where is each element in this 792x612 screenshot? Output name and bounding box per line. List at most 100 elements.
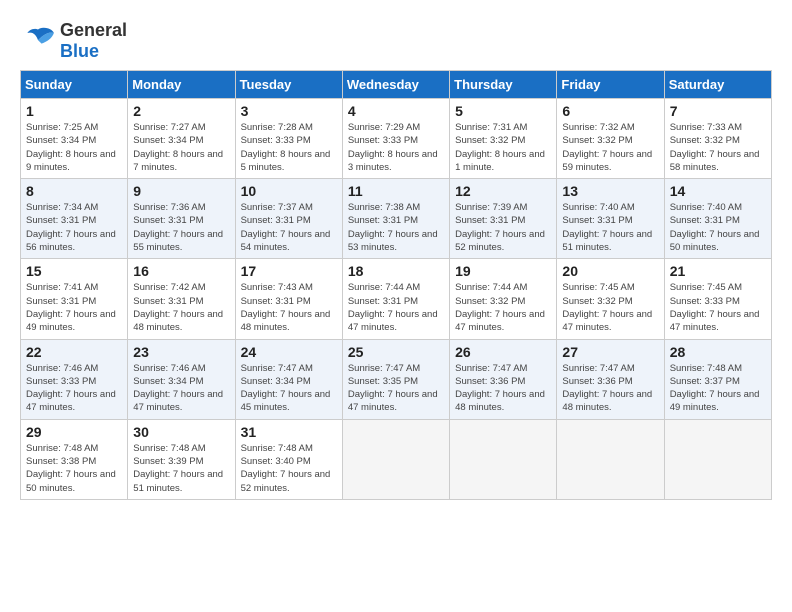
day-detail: Sunrise: 7:44 AMSunset: 3:31 PMDaylight:… xyxy=(348,281,444,334)
day-number: 25 xyxy=(348,344,444,360)
calendar-cell: 7 Sunrise: 7:33 AMSunset: 3:32 PMDaylight… xyxy=(664,99,771,179)
calendar-cell xyxy=(342,419,449,499)
calendar-cell: 25 Sunrise: 7:47 AMSunset: 3:35 PMDayligh… xyxy=(342,339,449,419)
day-number: 26 xyxy=(455,344,551,360)
header-friday: Friday xyxy=(557,71,664,99)
header-sunday: Sunday xyxy=(21,71,128,99)
day-detail: Sunrise: 7:39 AMSunset: 3:31 PMDaylight:… xyxy=(455,201,551,254)
calendar-cell: 27 Sunrise: 7:47 AMSunset: 3:36 PMDayligh… xyxy=(557,339,664,419)
day-number: 4 xyxy=(348,103,444,119)
day-detail: Sunrise: 7:32 AMSunset: 3:32 PMDaylight:… xyxy=(562,121,658,174)
day-number: 13 xyxy=(562,183,658,199)
header-monday: Monday xyxy=(128,71,235,99)
day-number: 14 xyxy=(670,183,766,199)
day-number: 31 xyxy=(241,424,337,440)
day-number: 17 xyxy=(241,263,337,279)
page-header: General Blue xyxy=(20,20,772,62)
calendar-cell: 9 Sunrise: 7:36 AMSunset: 3:31 PMDaylight… xyxy=(128,179,235,259)
calendar-cell: 8Sunrise: 7:34 AMSunset: 3:31 PMDaylight… xyxy=(21,179,128,259)
week-row-3: 15 Sunrise: 7:41 AMSunset: 3:31 PMDayligh… xyxy=(21,259,772,339)
day-detail: Sunrise: 7:43 AMSunset: 3:31 PMDaylight:… xyxy=(241,281,337,334)
day-detail: Sunrise: 7:33 AMSunset: 3:32 PMDaylight:… xyxy=(670,121,766,174)
day-number: 6 xyxy=(562,103,658,119)
calendar-cell: 2Sunrise: 7:27 AMSunset: 3:34 PMDaylight… xyxy=(128,99,235,179)
day-number: 20 xyxy=(562,263,658,279)
logo-icon xyxy=(20,26,56,56)
calendar-cell: 29 Sunrise: 7:48 AMSunset: 3:38 PMDayligh… xyxy=(21,419,128,499)
header-wednesday: Wednesday xyxy=(342,71,449,99)
calendar-cell: 18 Sunrise: 7:44 AMSunset: 3:31 PMDayligh… xyxy=(342,259,449,339)
week-row-2: 8Sunrise: 7:34 AMSunset: 3:31 PMDaylight… xyxy=(21,179,772,259)
calendar-cell: 6 Sunrise: 7:32 AMSunset: 3:32 PMDaylight… xyxy=(557,99,664,179)
calendar-cell: 24 Sunrise: 7:47 AMSunset: 3:34 PMDayligh… xyxy=(235,339,342,419)
day-number: 9 xyxy=(133,183,229,199)
calendar-cell: 14 Sunrise: 7:40 AMSunset: 3:31 PMDayligh… xyxy=(664,179,771,259)
calendar-cell: 16Sunrise: 7:42 AMSunset: 3:31 PMDayligh… xyxy=(128,259,235,339)
calendar-cell: 10 Sunrise: 7:37 AMSunset: 3:31 PMDayligh… xyxy=(235,179,342,259)
day-number: 22 xyxy=(26,344,122,360)
header-tuesday: Tuesday xyxy=(235,71,342,99)
day-number: 10 xyxy=(241,183,337,199)
week-row-4: 22Sunrise: 7:46 AMSunset: 3:33 PMDayligh… xyxy=(21,339,772,419)
week-row-5: 29 Sunrise: 7:48 AMSunset: 3:38 PMDayligh… xyxy=(21,419,772,499)
day-number: 19 xyxy=(455,263,551,279)
day-detail: Sunrise: 7:31 AMSunset: 3:32 PMDaylight:… xyxy=(455,121,551,174)
calendar-cell: 4 Sunrise: 7:29 AMSunset: 3:33 PMDaylight… xyxy=(342,99,449,179)
calendar-header-row: SundayMondayTuesdayWednesdayThursdayFrid… xyxy=(21,71,772,99)
calendar-cell: 1 Sunrise: 7:25 AMSunset: 3:34 PMDaylight… xyxy=(21,99,128,179)
day-detail: Sunrise: 7:36 AMSunset: 3:31 PMDaylight:… xyxy=(133,201,229,254)
calendar-cell: 15 Sunrise: 7:41 AMSunset: 3:31 PMDayligh… xyxy=(21,259,128,339)
calendar-cell: 17 Sunrise: 7:43 AMSunset: 3:31 PMDayligh… xyxy=(235,259,342,339)
day-number: 7 xyxy=(670,103,766,119)
calendar-cell: 12 Sunrise: 7:39 AMSunset: 3:31 PMDayligh… xyxy=(450,179,557,259)
calendar-cell xyxy=(450,419,557,499)
day-number: 24 xyxy=(241,344,337,360)
day-number: 18 xyxy=(348,263,444,279)
calendar-cell: 21 Sunrise: 7:45 AMSunset: 3:33 PMDayligh… xyxy=(664,259,771,339)
day-number: 1 xyxy=(26,103,122,119)
day-detail: Sunrise: 7:40 AMSunset: 3:31 PMDaylight:… xyxy=(562,201,658,254)
day-number: 8 xyxy=(26,183,122,199)
day-detail: Sunrise: 7:45 AMSunset: 3:32 PMDaylight:… xyxy=(562,281,658,334)
day-number: 15 xyxy=(26,263,122,279)
day-detail: Sunrise: 7:48 AMSunset: 3:39 PMDaylight:… xyxy=(133,442,229,495)
logo: General Blue xyxy=(20,20,127,62)
day-detail: Sunrise: 7:46 AMSunset: 3:34 PMDaylight:… xyxy=(133,362,229,415)
day-detail: Sunrise: 7:38 AMSunset: 3:31 PMDaylight:… xyxy=(348,201,444,254)
day-detail: Sunrise: 7:47 AMSunset: 3:35 PMDaylight:… xyxy=(348,362,444,415)
header-thursday: Thursday xyxy=(450,71,557,99)
calendar-cell: 19 Sunrise: 7:44 AMSunset: 3:32 PMDayligh… xyxy=(450,259,557,339)
day-detail: Sunrise: 7:48 AMSunset: 3:40 PMDaylight:… xyxy=(241,442,337,495)
calendar-cell: 26Sunrise: 7:47 AMSunset: 3:36 PMDayligh… xyxy=(450,339,557,419)
day-detail: Sunrise: 7:37 AMSunset: 3:31 PMDaylight:… xyxy=(241,201,337,254)
day-number: 12 xyxy=(455,183,551,199)
day-detail: Sunrise: 7:44 AMSunset: 3:32 PMDaylight:… xyxy=(455,281,551,334)
day-detail: Sunrise: 7:45 AMSunset: 3:33 PMDaylight:… xyxy=(670,281,766,334)
day-detail: Sunrise: 7:47 AMSunset: 3:36 PMDaylight:… xyxy=(562,362,658,415)
day-detail: Sunrise: 7:25 AMSunset: 3:34 PMDaylight:… xyxy=(26,121,122,174)
day-number: 28 xyxy=(670,344,766,360)
day-detail: Sunrise: 7:29 AMSunset: 3:33 PMDaylight:… xyxy=(348,121,444,174)
calendar-table: SundayMondayTuesdayWednesdayThursdayFrid… xyxy=(20,70,772,500)
header-saturday: Saturday xyxy=(664,71,771,99)
day-detail: Sunrise: 7:40 AMSunset: 3:31 PMDaylight:… xyxy=(670,201,766,254)
calendar-body: 1 Sunrise: 7:25 AMSunset: 3:34 PMDaylight… xyxy=(21,99,772,500)
day-number: 21 xyxy=(670,263,766,279)
calendar-cell: 11 Sunrise: 7:38 AMSunset: 3:31 PMDayligh… xyxy=(342,179,449,259)
day-number: 27 xyxy=(562,344,658,360)
day-detail: Sunrise: 7:28 AMSunset: 3:33 PMDaylight:… xyxy=(241,121,337,174)
day-number: 30 xyxy=(133,424,229,440)
calendar-cell: 30 Sunrise: 7:48 AMSunset: 3:39 PMDayligh… xyxy=(128,419,235,499)
day-number: 3 xyxy=(241,103,337,119)
calendar-cell: 20 Sunrise: 7:45 AMSunset: 3:32 PMDayligh… xyxy=(557,259,664,339)
day-number: 29 xyxy=(26,424,122,440)
day-number: 11 xyxy=(348,183,444,199)
day-number: 16 xyxy=(133,263,229,279)
day-detail: Sunrise: 7:48 AMSunset: 3:38 PMDaylight:… xyxy=(26,442,122,495)
calendar-cell: 13 Sunrise: 7:40 AMSunset: 3:31 PMDayligh… xyxy=(557,179,664,259)
logo-text: General Blue xyxy=(60,20,127,62)
calendar-cell xyxy=(664,419,771,499)
day-detail: Sunrise: 7:41 AMSunset: 3:31 PMDaylight:… xyxy=(26,281,122,334)
day-detail: Sunrise: 7:47 AMSunset: 3:34 PMDaylight:… xyxy=(241,362,337,415)
calendar-cell: 31 Sunrise: 7:48 AMSunset: 3:40 PMDayligh… xyxy=(235,419,342,499)
